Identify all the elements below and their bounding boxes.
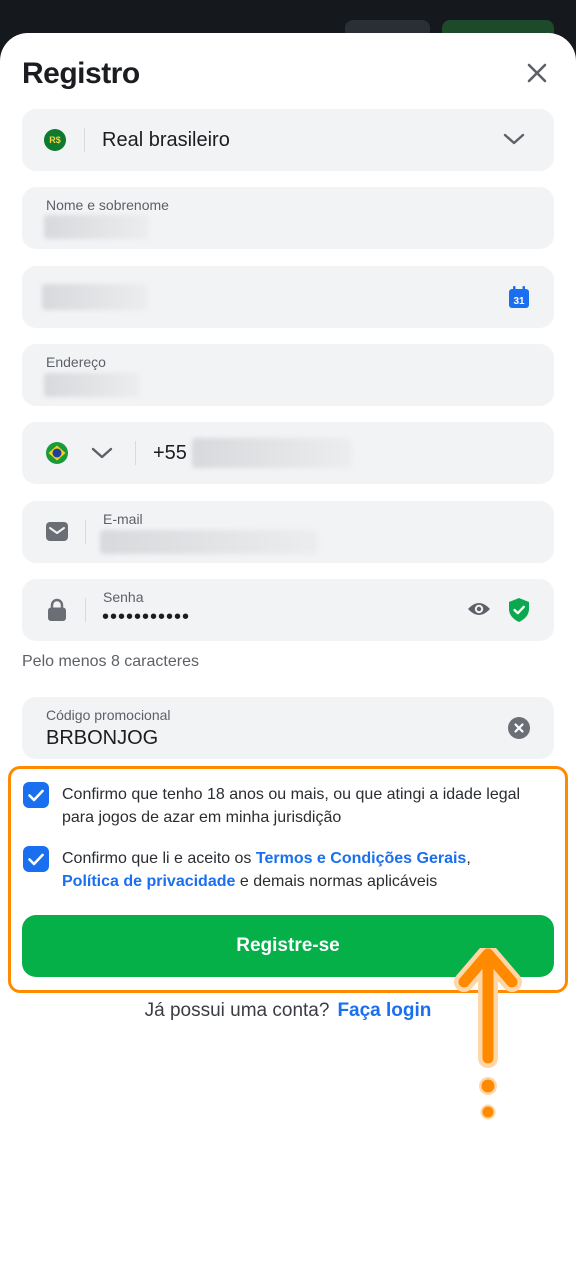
phone-value-redacted — [192, 438, 352, 468]
password-field-label: Senha — [103, 589, 144, 605]
password-value: ••••••••••• — [102, 606, 191, 628]
clear-icon[interactable] — [508, 717, 530, 739]
divider — [85, 520, 86, 544]
divider — [85, 598, 86, 622]
birthdate-value-redacted — [42, 284, 148, 310]
brazil-flag-icon[interactable] — [46, 442, 68, 464]
currency-badge-icon: R$ — [44, 129, 66, 151]
shield-check-icon — [509, 598, 529, 622]
chevron-down-icon — [503, 131, 525, 152]
login-link[interactable]: Faça login — [337, 1000, 431, 1021]
birthdate-field[interactable]: 31 — [22, 266, 554, 328]
name-value-redacted — [44, 215, 149, 239]
arrow-up-icon — [452, 944, 524, 1123]
address-field[interactable]: Endereço — [22, 344, 554, 406]
calendar-icon[interactable]: 31 — [509, 286, 529, 308]
eye-icon[interactable] — [467, 600, 491, 618]
country-chevron-down-icon[interactable] — [91, 446, 113, 467]
name-field[interactable]: Nome e sobrenome — [22, 187, 554, 249]
password-hint: Pelo menos 8 caracteres — [22, 653, 199, 670]
mail-icon — [46, 522, 68, 541]
email-field-label: E-mail — [103, 511, 143, 527]
svg-text:31: 31 — [513, 296, 525, 307]
promo-code-value: BRBONJOG — [46, 727, 159, 749]
promo-code-label: Código promocional — [46, 707, 171, 723]
phone-field[interactable]: +55 — [22, 422, 554, 484]
password-field[interactable]: Senha ••••••••••• — [22, 579, 554, 641]
email-value-redacted — [100, 530, 318, 554]
name-field-label: Nome e sobrenome — [46, 197, 169, 213]
divider — [135, 441, 136, 465]
email-field[interactable]: E-mail — [22, 501, 554, 563]
currency-select[interactable]: R$ Real brasileiro — [22, 109, 554, 171]
currency-value: Real brasileiro — [102, 129, 230, 151]
promo-code-field[interactable]: Código promocional BRBONJOG — [22, 697, 554, 759]
close-icon[interactable] — [522, 58, 552, 88]
address-field-label: Endereço — [46, 354, 106, 370]
address-value-redacted — [44, 373, 140, 397]
divider — [84, 128, 85, 152]
login-prompt-text: Já possui uma conta? — [144, 1000, 330, 1021]
phone-prefix: +55 — [153, 442, 187, 464]
lock-icon — [48, 598, 66, 621]
page-title: Registro — [22, 57, 140, 90]
